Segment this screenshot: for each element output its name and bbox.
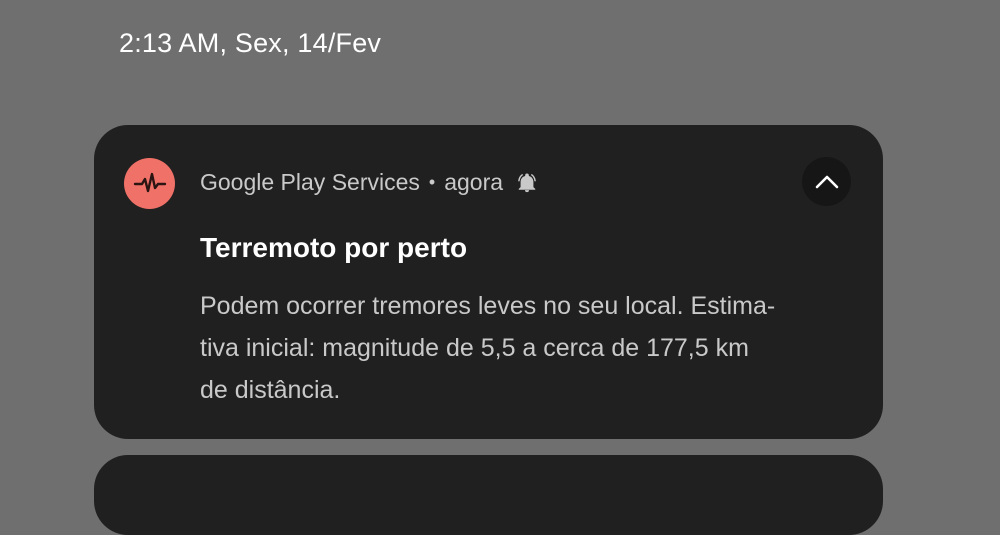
chevron-up-icon xyxy=(815,175,838,188)
notification-time: agora xyxy=(444,169,504,195)
header-separator: • xyxy=(428,172,436,192)
body-line: tiva inicial: magnitude de 5,5 a cerca d… xyxy=(200,334,749,362)
collapse-button[interactable] xyxy=(802,157,851,206)
body-line: Podem ocorrer tremores leves no seu loca… xyxy=(200,292,776,320)
notification-body: Podem ocorrer tremores leves no seu loca… xyxy=(200,285,860,411)
bell-icon xyxy=(516,172,538,194)
next-notification-card[interactable] xyxy=(94,455,883,535)
notification-title: Terremoto por perto xyxy=(200,232,468,263)
heartbeat-pulse-icon xyxy=(124,158,175,209)
body-line: de distância. xyxy=(200,376,341,404)
app-name: Google Play Services xyxy=(200,169,420,195)
earthquake-notification-card[interactable]: Google Play Services • agora Terremoto p… xyxy=(94,125,883,439)
datetime-label: 2:13 AM, Sex, 14/Fev xyxy=(119,28,382,58)
notification-header: Google Play Services • agora xyxy=(200,169,538,196)
